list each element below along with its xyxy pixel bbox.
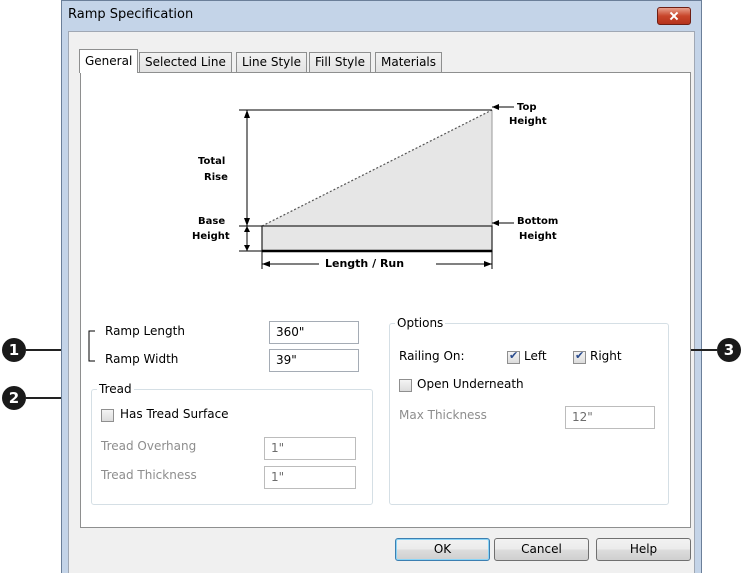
- open-underneath-label: Open Underneath: [417, 377, 524, 391]
- railing-left-checkbox[interactable]: [507, 349, 520, 364]
- general-tab-panel: Top Height Total Rise Base Height Bottom…: [80, 72, 691, 528]
- callout-3: 3: [717, 338, 741, 362]
- railing-on-label: Railing On:: [399, 349, 465, 363]
- ramp-length-label: Ramp Length: [105, 324, 185, 338]
- ramp-width-input[interactable]: 39": [269, 349, 359, 372]
- length-run-label: Length / Run: [325, 257, 405, 270]
- has-tread-surface-checkbox[interactable]: [101, 409, 114, 422]
- bottom-height-label-2: Height: [519, 231, 557, 242]
- tab-general[interactable]: General: [79, 49, 139, 73]
- base-height-label-1: Base: [198, 216, 226, 227]
- dialog-body: General Selected Line Line Style Fill St…: [68, 31, 695, 573]
- tread-thickness-label: Tread Thickness: [101, 468, 197, 482]
- help-button[interactable]: Help: [596, 538, 691, 561]
- top-height-label-2: Height: [509, 116, 547, 127]
- railing-right-checkbox[interactable]: [573, 349, 586, 364]
- tab-fill-style[interactable]: Fill Style: [309, 52, 371, 72]
- bottom-height-label-1: Bottom: [517, 216, 559, 227]
- base-height-label-2: Height: [192, 231, 230, 242]
- tread-group-title: Tread: [97, 382, 134, 396]
- open-underneath-checkbox[interactable]: [399, 379, 412, 392]
- max-thickness-label: Max Thickness: [399, 408, 487, 422]
- railing-left-label: Left: [524, 349, 547, 363]
- tread-overhang-label: Tread Overhang: [101, 439, 197, 453]
- close-icon[interactable]: [657, 7, 691, 25]
- cancel-button[interactable]: Cancel: [494, 538, 589, 561]
- top-height-label-1: Top: [517, 102, 537, 113]
- railing-right-label: Right: [590, 349, 622, 363]
- tab-selected-line[interactable]: Selected Line: [139, 52, 232, 72]
- ramp-width-label: Ramp Width: [105, 352, 179, 366]
- tab-line-style[interactable]: Line Style: [236, 52, 307, 72]
- total-rise-label-2: Rise: [204, 172, 228, 183]
- options-group-title: Options: [395, 316, 446, 330]
- dialog-title: Ramp Specification: [68, 7, 194, 22]
- total-rise-label-1: Total: [198, 156, 226, 167]
- tab-materials[interactable]: Materials: [375, 52, 443, 72]
- callout-2: 2: [2, 386, 26, 410]
- ok-button[interactable]: OK: [395, 538, 490, 561]
- callout-1: 1: [2, 338, 26, 362]
- ramp-length-input[interactable]: 360": [269, 321, 359, 344]
- tread-thickness-input[interactable]: 1": [264, 466, 356, 489]
- has-tread-surface-label: Has Tread Surface: [120, 407, 229, 421]
- ramp-specification-dialog: Ramp Specification General Selected Line…: [61, 0, 702, 573]
- ramp-dimensions-bracket: [88, 330, 95, 362]
- max-thickness-input[interactable]: 12": [565, 406, 655, 429]
- tread-overhang-input[interactable]: 1": [264, 437, 356, 460]
